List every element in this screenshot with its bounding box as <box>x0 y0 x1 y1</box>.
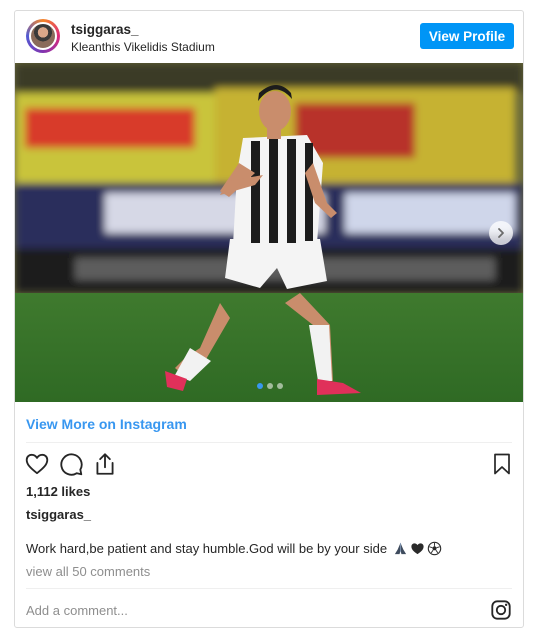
bookmark-icon[interactable] <box>490 451 514 477</box>
carousel-next-button[interactable] <box>489 221 513 245</box>
chevron-right-icon <box>498 228 504 238</box>
black-heart-icon <box>411 543 424 555</box>
carousel-dot <box>257 383 263 389</box>
caption-text: Work hard,be patient and stay humble.God… <box>26 541 388 556</box>
view-more-link[interactable]: View More on Instagram <box>26 416 187 432</box>
avatar-image <box>29 22 57 50</box>
avatar[interactable] <box>26 19 60 53</box>
post-header: tsiggaras_ Kleanthis Vikelidis Stadium V… <box>15 11 523 63</box>
username[interactable]: tsiggaras_ <box>71 22 139 37</box>
likes-count[interactable]: 1,112 likes <box>26 484 90 499</box>
divider <box>26 588 512 589</box>
carousel-dot <box>277 383 283 389</box>
add-comment-field[interactable]: Add a comment... <box>26 603 128 618</box>
caption-username[interactable]: tsiggaras_ <box>26 507 91 522</box>
caption-emojis <box>393 541 442 556</box>
post-photo[interactable] <box>15 63 523 402</box>
instagram-icon[interactable] <box>490 599 512 621</box>
heart-icon[interactable] <box>24 451 50 477</box>
action-bar <box>24 451 514 481</box>
comment-icon[interactable] <box>58 451 84 477</box>
carousel-dot <box>267 383 273 389</box>
share-icon[interactable] <box>92 451 118 477</box>
location-label[interactable]: Kleanthis Vikelidis Stadium <box>71 40 215 54</box>
view-all-comments-link[interactable]: view all 50 comments <box>26 564 150 579</box>
football-player-photo <box>15 63 523 402</box>
caption: Work hard,be patient and stay humble.God… <box>26 541 442 556</box>
divider <box>26 442 512 443</box>
instagram-embed-card: tsiggaras_ Kleanthis Vikelidis Stadium V… <box>14 10 524 628</box>
soccer-ball-icon <box>427 541 442 556</box>
folded-hands-icon <box>394 542 407 555</box>
carousel-indicator <box>257 383 283 389</box>
view-profile-button[interactable]: View Profile <box>420 23 514 49</box>
